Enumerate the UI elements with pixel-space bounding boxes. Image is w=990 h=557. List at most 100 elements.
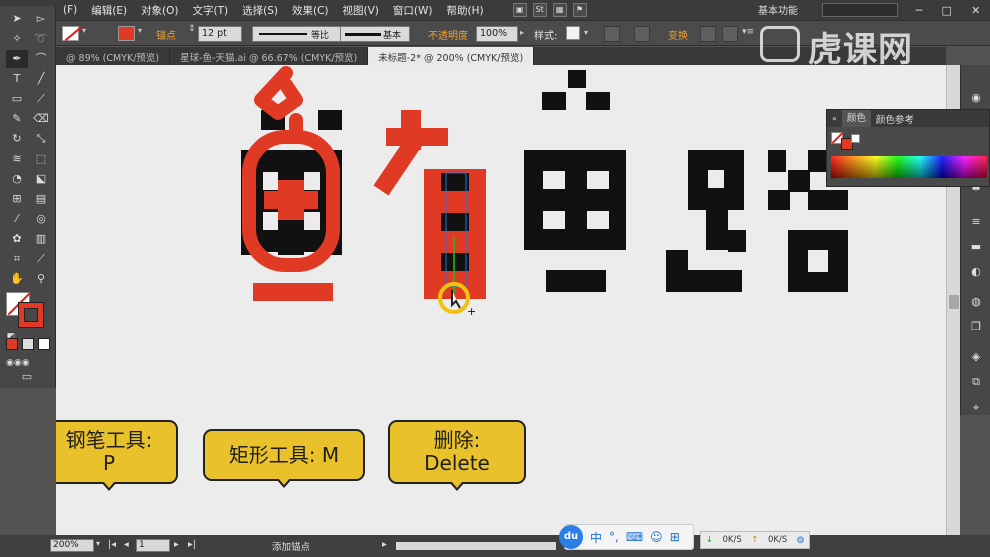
color-spectrum[interactable] [831,156,987,178]
tab-doc-2[interactable]: 星球-鱼-天猫.ai @ 66.67% (CMYK/预览) [170,47,369,65]
stroke-indicator[interactable] [18,302,44,328]
appearance-icon[interactable]: ◍ [968,295,984,309]
chevron-down-icon[interactable]: ▾ [96,539,100,548]
align-icon[interactable] [634,26,650,42]
screen-mode-icon[interactable]: ▭ [16,368,38,386]
next-page-icon[interactable]: ▸ [174,539,179,550]
tab-color[interactable]: 颜色 [841,110,871,127]
style-swatch[interactable] [566,26,580,40]
collapse-icon[interactable]: « [827,114,842,123]
gpu-icon[interactable]: ⚑ [572,3,587,17]
menu-file[interactable]: (F) [56,4,84,16]
status-menu-icon[interactable]: ▸ [382,539,387,550]
prev-page-icon[interactable]: ◂ [124,539,129,550]
tab-color-guide[interactable]: 颜色参考 [871,112,919,126]
graphic-styles-icon[interactable]: ❐ [968,320,984,334]
hand-icon[interactable]: ✋ [6,270,28,288]
scroll-thumb[interactable] [949,295,959,309]
line-icon[interactable]: ╱ [30,70,52,88]
chevron-right-icon[interactable]: ▸ [520,28,524,37]
stepper-icon[interactable]: ⇕ [188,24,196,34]
eyedropper-icon[interactable]: ⁄ [6,210,28,228]
artboards-icon[interactable]: ⧉ [968,375,984,389]
white-swatch[interactable] [851,134,860,143]
skin-icon[interactable]: ☺ [650,530,663,544]
opacity-field[interactable]: 100% [476,26,518,42]
menu-type[interactable]: 文字(T) [186,3,236,18]
workspace-switcher[interactable]: 基本功能 [758,2,798,17]
isolate-icon[interactable] [700,26,716,42]
zoom-icon[interactable]: ⚲ [30,270,52,288]
arrange-icon[interactable] [722,26,738,42]
rotate-icon[interactable]: ↻ [6,130,28,148]
search-input[interactable] [822,3,898,17]
transform-label[interactable]: 变换 [668,27,688,42]
gradient-icon[interactable]: ▤ [30,190,52,208]
maximize-icon[interactable]: □ [942,4,952,17]
anchor-label[interactable]: 锚点 [156,27,176,42]
first-page-icon[interactable]: |◂ [108,539,116,550]
free-transform-icon[interactable]: ⬚ [30,150,52,168]
stroke-swatch[interactable] [118,26,135,41]
brush-icon[interactable]: ⟋ [30,90,52,108]
menu-effect[interactable]: 效果(C) [285,3,336,18]
gradient-panel-icon[interactable]: ▬ [968,240,984,254]
pen-icon[interactable]: ✒ [6,50,28,68]
arrange-documents-icon[interactable]: ▦ [552,3,567,17]
lasso-icon[interactable]: ➰ [30,30,52,48]
scale-icon[interactable]: ⤡ [30,130,52,148]
stock-icon[interactable]: St [532,3,547,17]
profile-dropdown[interactable]: 等比 [252,26,344,42]
artboard-icon[interactable]: ⌗ [6,250,28,268]
ime-mode[interactable]: 中 [590,529,602,546]
keyboard-icon[interactable]: ⌨ [626,530,643,544]
transparency-icon[interactable]: ◐ [968,265,984,279]
menu-object[interactable]: 对象(O) [134,3,185,18]
slice-icon[interactable]: ⟋ [30,250,52,268]
artboard-canvas[interactable]: + 钢笔工具: P 矩形工具: M 删除: Delete [56,65,946,535]
eraser-icon[interactable]: ⌫ [30,110,52,128]
stroke-panel-icon[interactable]: ≡ [968,215,984,229]
brush-dropdown[interactable]: 基本 [340,26,410,42]
panel-menu-icon[interactable]: ▾≡ [742,27,754,37]
tab-doc-3[interactable]: 未标题-2* @ 200% (CMYK/预览) [368,47,535,65]
none-mode-icon[interactable] [38,338,50,350]
horizontal-scrollbar[interactable] [396,542,556,550]
chevron-down-icon[interactable]: ▾ [584,28,588,37]
pencil-icon[interactable]: ✎ [6,110,28,128]
direct-selection-icon[interactable]: ▻ [30,10,52,28]
tab-doc-1[interactable]: @ 89% (CMYK/预览) [56,47,171,65]
magic-wand-icon[interactable]: ✧ [6,30,28,48]
opacity-label[interactable]: 不透明度 [428,27,468,42]
warp-icon[interactable]: ≋ [6,150,28,168]
fill-swatch[interactable] [62,26,82,42]
chevron-down-icon[interactable]: ▾ [138,26,142,35]
page-field[interactable]: 1 [136,539,170,552]
stroke-weight-field[interactable]: 12 pt [198,26,242,42]
graph-icon[interactable]: ▥ [30,230,52,248]
mesh-icon[interactable]: ⊞ [6,190,28,208]
transform-panel-icon[interactable]: ⌖ [968,401,984,415]
type-icon[interactable]: T [6,70,28,88]
gradient-mode-icon[interactable] [22,338,34,350]
bridge-icon[interactable]: ▣ [512,3,527,17]
layers-icon[interactable]: ◈ [968,350,984,364]
globe-icon[interactable]: ◍ [797,535,804,545]
color-panel-icon[interactable]: ◉ [968,91,984,105]
grid-icon[interactable]: ⊞ [670,530,680,544]
menu-edit[interactable]: 编辑(E) [84,3,134,18]
symbol-icon[interactable]: ✿ [6,230,28,248]
zoom-field[interactable]: 200% [50,539,94,552]
minimize-icon[interactable]: ─ [916,4,923,17]
chevron-down-icon[interactable]: ▾ [82,26,86,35]
recolor-icon[interactable] [604,26,620,42]
ime-logo[interactable]: du [559,525,583,549]
curvature-icon[interactable]: ⌒ [30,50,52,68]
menu-view[interactable]: 视图(V) [336,3,386,18]
menu-help[interactable]: 帮助(H) [440,3,491,18]
color-mode-icon[interactable] [6,338,18,350]
selection-icon[interactable]: ➤ [6,10,28,28]
menu-window[interactable]: 窗口(W) [386,3,440,18]
menu-select[interactable]: 选择(S) [235,3,285,18]
blend-icon[interactable]: ◎ [30,210,52,228]
